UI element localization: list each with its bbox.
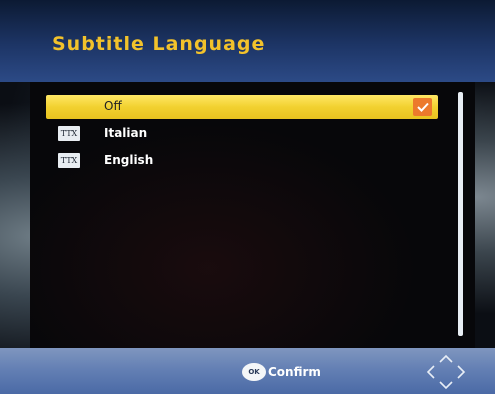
list-item-off[interactable]: Off xyxy=(46,95,438,119)
list-item-italian[interactable]: TTX Italian xyxy=(46,122,438,146)
footer-bar: OK Confirm xyxy=(0,348,495,394)
dpad-arrows-icon xyxy=(424,354,468,390)
ttx-badge-icon: TTX xyxy=(58,153,80,168)
confirm-label: Confirm xyxy=(268,365,321,379)
header-bar: Subtitle Language xyxy=(0,0,495,82)
ok-button-icon[interactable]: OK xyxy=(242,363,266,381)
list-item-label: Italian xyxy=(104,126,148,140)
list-item-english[interactable]: TTX English xyxy=(46,149,438,173)
page-title: Subtitle Language xyxy=(52,33,266,55)
ttx-badge-icon: TTX xyxy=(58,126,80,141)
scrollbar[interactable] xyxy=(458,92,463,336)
list-item-label: Off xyxy=(104,99,122,113)
checkmark-icon xyxy=(413,98,432,116)
list-item-label: English xyxy=(104,153,154,167)
subtitle-language-list: Off TTX Italian TTX English xyxy=(30,82,475,348)
